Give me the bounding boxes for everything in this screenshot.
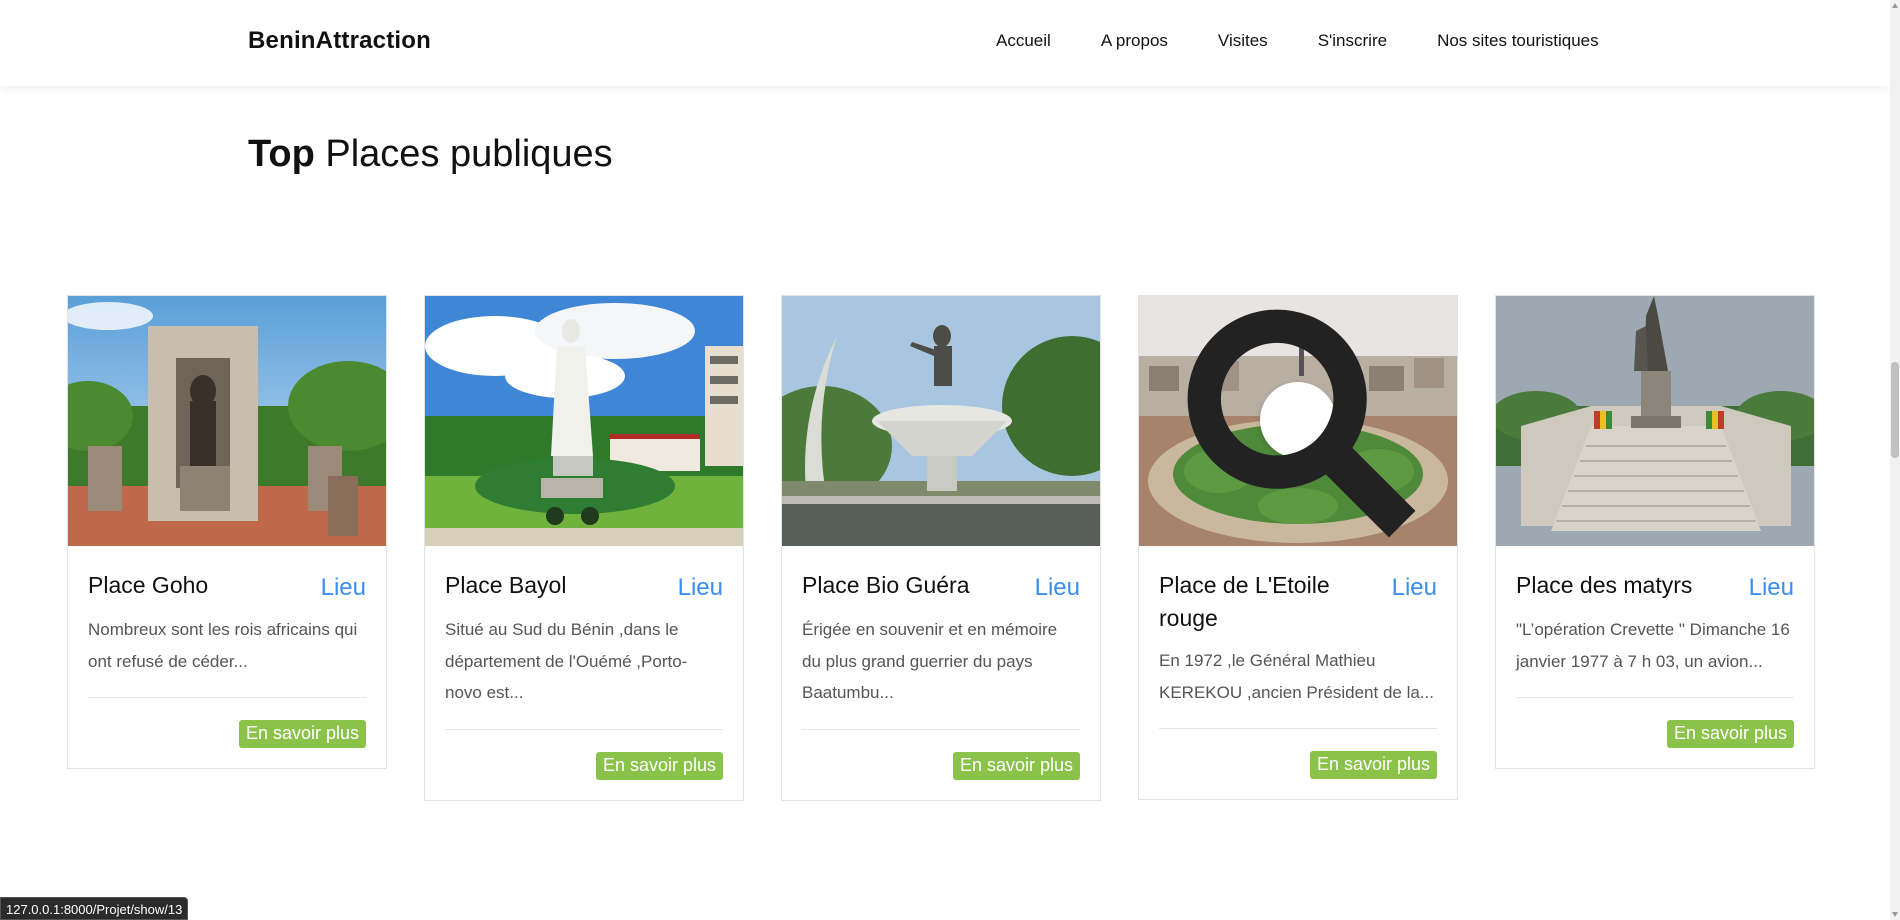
card-title-row: Place des matyrs Lieu — [1516, 569, 1794, 604]
link-status-bar: 127.0.0.1:8000/Projet/show/13 — [0, 897, 189, 920]
card-title[interactable]: Place Bayol — [445, 569, 566, 602]
card-description: En 1972 ,le Général Mathieu KEREKOU ,anc… — [1159, 651, 1434, 702]
card-description: Érigée en souvenir et en mémoire du plus… — [802, 620, 1058, 702]
card-footer: En savoir plus — [445, 730, 723, 800]
scroll-down-arrow-icon[interactable] — [1892, 912, 1898, 917]
card-body: Place Bayol Lieu Situé au Sud du Bénin ,… — [425, 569, 743, 800]
card-title-row: Place Bio Guéra Lieu — [802, 569, 1080, 604]
section-title: Top Places publiques — [248, 133, 613, 176]
place-des-matyrs-photo — [1496, 296, 1814, 546]
nav-item-visites[interactable]: Visites — [1218, 31, 1268, 51]
place-goho-photo — [68, 296, 386, 546]
brand-logo[interactable]: BeninAttraction — [248, 27, 431, 55]
place-image[interactable] — [1139, 296, 1457, 546]
card-body: Place Goho Lieu Nombreux sont les rois a… — [68, 569, 386, 768]
scroll-up-arrow-icon[interactable] — [1892, 3, 1898, 8]
card-tag: Lieu — [1748, 574, 1794, 601]
place-image[interactable] — [1496, 296, 1814, 546]
main-nav: Accueil A propos Visites S'inscrire Nos … — [996, 31, 1649, 51]
places-card-list: Place Goho Lieu Nombreux sont les rois a… — [67, 295, 1817, 835]
place-image[interactable] — [425, 296, 743, 546]
card-footer: En savoir plus — [1516, 698, 1794, 768]
top-navbar: BeninAttraction Accueil A propos Visites… — [0, 0, 1890, 86]
card-tag: Lieu — [1034, 574, 1080, 601]
card-title[interactable]: Place des matyrs — [1516, 569, 1692, 602]
search-icon — [1139, 296, 1457, 545]
card-footer: En savoir plus — [88, 698, 366, 768]
nav-item-sites-touristiques[interactable]: Nos sites touristiques — [1437, 31, 1599, 51]
card-footer: En savoir plus — [1159, 729, 1437, 799]
zoom-overlay-button[interactable] — [1187, 309, 1416, 538]
card-tag: Lieu — [1391, 574, 1437, 601]
card-tag: Lieu — [320, 574, 366, 601]
card-body: Place des matyrs Lieu "L’opération Creve… — [1496, 569, 1814, 768]
en-savoir-plus-button[interactable]: En savoir plus — [1666, 720, 1794, 748]
card-body: Place de L'Etoile rouge Lieu En 1972 ,le… — [1139, 569, 1457, 799]
card-title-row: Place de L'Etoile rouge Lieu — [1159, 569, 1437, 635]
card-body: Place Bio Guéra Lieu Érigée en souvenir … — [782, 569, 1100, 800]
card-tag: Lieu — [677, 574, 723, 601]
card-description: "L’opération Crevette " Dimanche 16 janv… — [1516, 620, 1790, 671]
section-title-rest: Places publiques — [314, 133, 613, 175]
place-card[interactable]: Place Bayol Lieu Situé au Sud du Bénin ,… — [424, 295, 744, 801]
en-savoir-plus-button[interactable]: En savoir plus — [1309, 751, 1437, 779]
card-title[interactable]: Place de L'Etoile rouge — [1159, 569, 1364, 635]
page-scrollbar[interactable] — [1890, 0, 1900, 920]
en-savoir-plus-button[interactable]: En savoir plus — [952, 751, 1080, 780]
nav-item-a-propos[interactable]: A propos — [1101, 31, 1168, 51]
place-card[interactable]: Place Bio Guéra Lieu Érigée en souvenir … — [781, 295, 1101, 801]
en-savoir-plus-button[interactable]: En savoir plus — [238, 720, 366, 748]
place-image[interactable] — [782, 296, 1100, 546]
card-title-row: Place Goho Lieu — [88, 569, 366, 604]
card-title[interactable]: Place Goho — [88, 569, 208, 602]
card-description: Nombreux sont les rois africains qui ont… — [88, 620, 358, 671]
place-image[interactable] — [68, 296, 386, 546]
card-title-row: Place Bayol Lieu — [445, 569, 723, 604]
place-card[interactable]: Place Goho Lieu Nombreux sont les rois a… — [67, 295, 387, 769]
place-bio-guera-photo — [782, 296, 1100, 546]
place-card[interactable]: Place des matyrs Lieu "L’opération Creve… — [1495, 295, 1815, 769]
place-bayol-photo — [425, 296, 743, 546]
nav-item-accueil[interactable]: Accueil — [996, 31, 1051, 51]
nav-item-sinscrire[interactable]: S'inscrire — [1318, 31, 1387, 51]
card-footer: En savoir plus — [802, 730, 1080, 800]
scrollbar-thumb[interactable] — [1891, 362, 1899, 458]
en-savoir-plus-button[interactable]: En savoir plus — [595, 751, 723, 780]
card-title[interactable]: Place Bio Guéra — [802, 569, 969, 602]
card-description: Situé au Sud du Bénin ,dans le départeme… — [445, 620, 688, 702]
section-title-bold: Top — [248, 133, 315, 175]
place-card[interactable]: Place de L'Etoile rouge Lieu En 1972 ,le… — [1138, 295, 1458, 800]
